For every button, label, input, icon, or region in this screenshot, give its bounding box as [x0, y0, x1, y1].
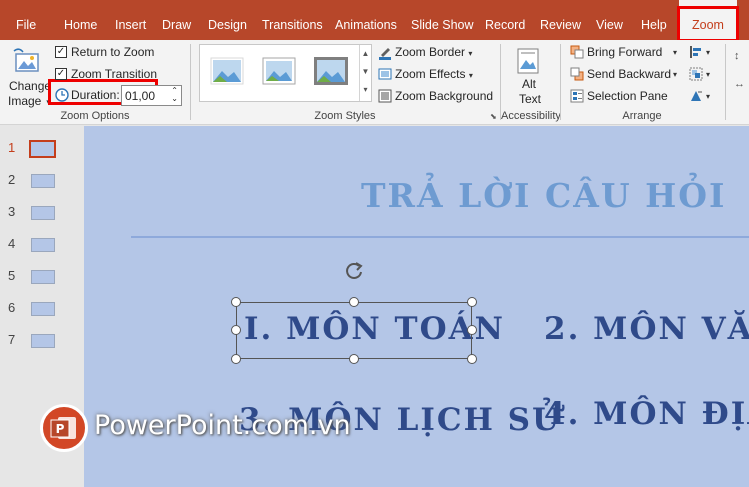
zoom-effects-icon [378, 67, 392, 81]
change-image-label-2: Image ▼ [8, 94, 53, 108]
slide-thumbnail-4[interactable] [31, 238, 55, 252]
zoom-border-icon [378, 46, 392, 60]
return-to-zoom-checkbox[interactable]: ✓ [55, 46, 67, 58]
slide-thumbnail-5[interactable] [31, 270, 55, 284]
group-objects-icon[interactable] [689, 67, 703, 81]
zoom-transition-checkbox[interactable]: ✓ [55, 68, 67, 80]
change-image-button[interactable]: Change Image ▼ [4, 44, 53, 108]
group-separator [725, 44, 726, 120]
zoom-style-thumb-1[interactable] [210, 57, 244, 85]
zoom-effects-button[interactable]: Zoom Effects ▾ [395, 67, 473, 81]
group-label-arrange: Arrange [622, 110, 662, 122]
zoom-transition-label[interactable]: Zoom Transition [71, 67, 157, 81]
slide-thumbnail-1[interactable] [29, 140, 56, 158]
size-icon[interactable]: ↕ [734, 50, 740, 62]
tab-home[interactable]: Home [64, 0, 97, 40]
align-icon[interactable] [689, 45, 703, 59]
watermark-text: PowerPoint.com.vn [94, 410, 351, 441]
group-separator [560, 44, 561, 120]
clock-icon [55, 88, 69, 102]
bring-forward-button[interactable]: Bring Forward [587, 45, 662, 59]
slide-number: 6 [8, 300, 16, 315]
slide-thumbnail-2[interactable] [31, 174, 55, 188]
zoom-background-button[interactable]: Zoom Background [395, 89, 493, 103]
send-backward-dropdown-icon[interactable]: ▾ [673, 70, 677, 79]
tab-design[interactable]: Design [208, 0, 247, 40]
tab-file[interactable]: File [16, 0, 36, 40]
alt-text-icon [516, 47, 542, 75]
ribbon: Change Image ▼ ✓ Return to Zoom ✓ Zoom T… [0, 40, 749, 125]
alt-text-button[interactable]: Alt Text [508, 44, 552, 106]
dialog-launcher-icon[interactable]: ⬊ [490, 112, 497, 121]
slide-thumbnail-3[interactable] [31, 206, 55, 220]
bring-forward-icon [570, 45, 584, 59]
resize-handle[interactable] [467, 354, 477, 364]
rotate-dropdown-icon[interactable]: ▾ [706, 92, 710, 101]
resize-handle[interactable] [231, 325, 241, 335]
ribbon-tab-bar: File Home Insert Draw Design Transitions… [0, 0, 749, 41]
selection-frame[interactable] [236, 302, 472, 359]
group-label-accessibility: Accessibility [501, 110, 561, 122]
slide-number: 2 [8, 172, 16, 187]
zoom-item-2[interactable]: 2. MÔN VĂN [544, 311, 749, 347]
slide-number: 1 [8, 140, 16, 155]
align-dropdown-icon[interactable]: ▾ [706, 48, 710, 57]
size-icon-2[interactable]: ↔ [734, 78, 745, 90]
zoom-background-icon [378, 89, 392, 103]
tab-draw[interactable]: Draw [162, 0, 191, 40]
logo-letter: P [56, 422, 65, 436]
slide-number: 7 [8, 332, 16, 347]
resize-handle[interactable] [231, 354, 241, 364]
zoom-item-4[interactable]: 4. MÔN ĐỊA [544, 396, 749, 432]
alt-text-label-1: Alt [522, 77, 537, 91]
duration-label: Duration: [71, 88, 120, 102]
slide-number: 3 [8, 204, 16, 219]
zoom-border-button[interactable]: Zoom Border ▾ [395, 45, 472, 59]
slide-number: 4 [8, 236, 16, 251]
rotate-handle-icon[interactable] [343, 260, 365, 282]
group-separator [190, 44, 191, 120]
slide-thumbnail-7[interactable] [31, 334, 55, 348]
resize-handle[interactable] [231, 297, 241, 307]
highlight-box-zoom-tab [677, 6, 739, 42]
zoom-style-thumb-3[interactable] [314, 57, 348, 85]
spinner-down-icon[interactable]: ⌄ [171, 94, 178, 103]
slide-number: 5 [8, 268, 16, 283]
change-image-icon [13, 48, 41, 74]
title-divider-line [131, 236, 749, 238]
tab-slide-show[interactable]: Slide Show [411, 0, 474, 40]
selection-pane-button[interactable]: Selection Pane [587, 89, 668, 103]
selection-pane-icon [570, 89, 584, 103]
send-backward-button[interactable]: Send Backward [587, 67, 671, 81]
zoom-style-thumb-2[interactable] [262, 57, 296, 85]
bring-forward-dropdown-icon[interactable]: ▾ [673, 48, 677, 57]
tab-record[interactable]: Record [485, 0, 525, 40]
rotate-icon[interactable] [689, 89, 703, 103]
resize-handle[interactable] [467, 325, 477, 335]
powerpoint-logo-icon: P [40, 404, 88, 452]
tab-transitions[interactable]: Transitions [262, 0, 323, 40]
group-label-zoom-options: Zoom Options [60, 110, 130, 122]
tab-view[interactable]: View [596, 0, 623, 40]
alt-text-label-2: Text [519, 92, 542, 106]
tab-help[interactable]: Help [641, 0, 667, 40]
duration-value[interactable]: 01,00 [125, 89, 155, 103]
zoom-styles-gallery[interactable]: ▲ ▼ ▾ [199, 44, 372, 102]
slide-thumbnail-6[interactable] [31, 302, 55, 316]
send-backward-icon [570, 67, 584, 81]
gallery-scroll[interactable]: ▲ ▼ ▾ [359, 45, 371, 101]
slide-title[interactable]: TRẢ LỜI CÂU HỎI [361, 176, 726, 215]
resize-handle[interactable] [349, 297, 359, 307]
tab-review[interactable]: Review [540, 0, 581, 40]
duration-spinner[interactable]: 01,00 ⌃ ⌄ [121, 85, 182, 106]
resize-handle[interactable] [467, 297, 477, 307]
group-separator [500, 44, 501, 120]
group-label-zoom-styles: Zoom Styles [314, 110, 376, 122]
tab-animations[interactable]: Animations [335, 0, 397, 40]
tab-insert[interactable]: Insert [115, 0, 146, 40]
group-objects-dropdown-icon[interactable]: ▾ [706, 70, 710, 79]
return-to-zoom-label[interactable]: Return to Zoom [71, 45, 154, 59]
resize-handle[interactable] [349, 354, 359, 364]
change-image-label: Change [9, 79, 52, 93]
